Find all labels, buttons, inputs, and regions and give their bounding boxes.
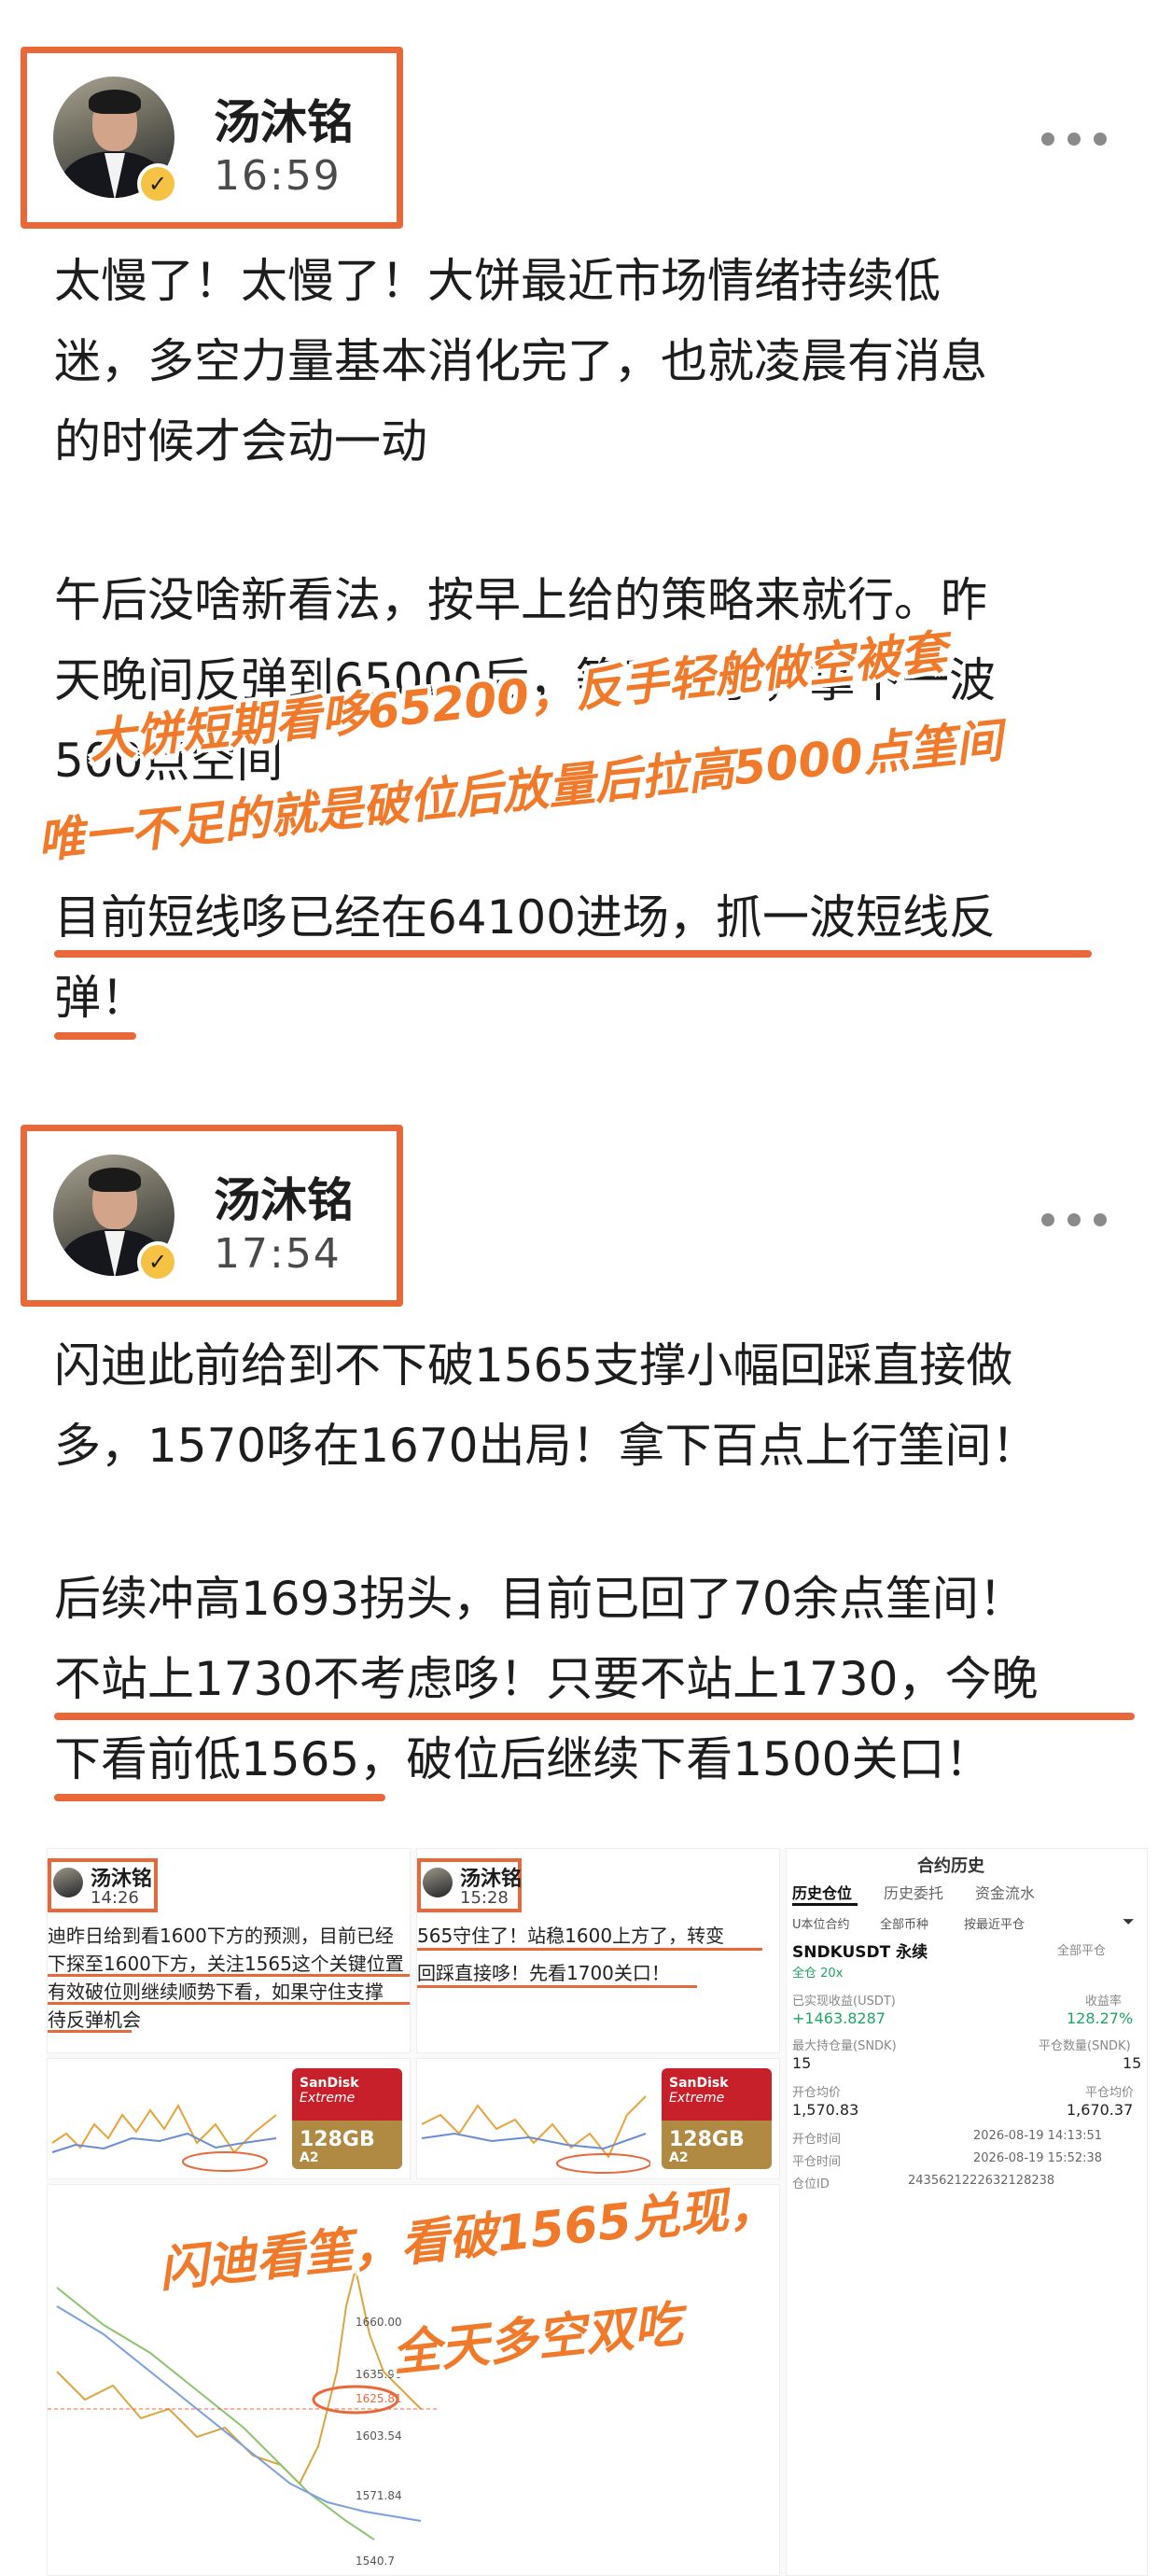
tab-history-order: 历史委托 [884, 1884, 944, 1902]
post-1-header[interactable]: ✓ 汤沐铭 16:59 [21, 47, 403, 229]
close-time-label: 平仓时间 [792, 2155, 842, 2169]
chart-price-tick: 1571.84 [356, 2489, 402, 2502]
verified-badge-icon: ✓ [137, 1241, 178, 1282]
mini-text-line: 565守住了！站稳1600上方了，转变 [417, 1925, 725, 1947]
post-1-paragraph-3: 目前短线哆已经在64100进场，抓一波短线反 弹！ [54, 890, 997, 1025]
panel-title: 合约历史 [917, 1856, 984, 1876]
position-id-label: 仓位ID [792, 2177, 830, 2191]
mini-underline [48, 2002, 410, 2005]
mini-underline [417, 1985, 697, 1988]
close-avg-value: 1,670.37 [1067, 2101, 1134, 2119]
position-id-value: 2435621222632128238 [908, 2174, 1055, 2188]
more-options-icon[interactable] [1041, 133, 1107, 146]
tab-fund-flow: 资金流水 [975, 1884, 1036, 1902]
contract-history-panel: 合约历史 历史仓位 历史委托 资金流水 U本位合约 全部币种 按最近平仓 ⏷ S… [786, 1848, 1148, 2576]
post-2-header[interactable]: ✓ 汤沐铭 17:54 [21, 1125, 403, 1307]
open-avg-value: 1,570.83 [792, 2101, 859, 2119]
sandisk-card-image: SanDisk Extreme 128GB A2 [292, 2068, 402, 2169]
chart-price-tick: 1540.7 [356, 2555, 395, 2568]
author-name[interactable]: 汤沐铭 [214, 1163, 354, 1230]
max-hold-value: 15 [792, 2054, 812, 2072]
open-avg-label: 开仓均价 [792, 2086, 842, 2100]
mini-underline [48, 2030, 132, 2033]
position-mode-badge: 全仓 20x [792, 1967, 844, 1981]
roi-label: 收益率 [1085, 1995, 1123, 2009]
max-hold-label: 最大持仓量(SNDK) [792, 2039, 897, 2053]
mini-avatar [423, 1868, 453, 1897]
open-time-label: 开仓时间 [792, 2133, 842, 2147]
close-avg-label: 平仓均价 [1085, 2086, 1135, 2100]
roi-value: 128.27% [1067, 2009, 1134, 2027]
mini-avatar [53, 1868, 83, 1897]
chart-price-tick: 1603.54 [356, 2429, 402, 2443]
mini-text-line: 迪昨日给到看1600下方的预测，目前已经 [48, 1925, 394, 1947]
price-chart-thumb [421, 2095, 651, 2174]
tab-history-position: 历史仓位 [792, 1884, 853, 1902]
post-2-paragraph-2: 后续冲高1693拐头，目前已回了70余点筀间！ 不站上1730不考虑哆！只要不站… [54, 1572, 1039, 1786]
chart-price-tick: 1625.81 [356, 2392, 402, 2405]
screenshot-post-1: 汤沐铭 14:26 迪昨日给到看1600下方的预测，目前已经 下探至1600下方… [47, 1848, 411, 2053]
attached-image-collage[interactable]: 汤沐铭 14:26 迪昨日给到看1600下方的预测，目前已经 下探至1600下方… [47, 1848, 1148, 2576]
post-1-paragraph-1: 太慢了！太慢了！大饼最近市场情绪持续低 迷，多空力量基本消化完了，也就凌晨有消息… [54, 254, 987, 469]
open-time-value: 2026-08-19 14:13:51 [973, 2129, 1103, 2143]
more-options-icon[interactable] [1041, 1213, 1107, 1226]
screenshot-post-2: 汤沐铭 15:28 565守住了！站稳1600上方了，转变 回踩直接哆！先看17… [416, 1848, 780, 2053]
filter-icon: ⏷ [1123, 1912, 1135, 1930]
post-2-paragraph-1: 闪迪此前给到不下破1565支撑小幅回踩直接做 多，1570哆在1670出局！拿下… [54, 1338, 1039, 1473]
highlight-underline [54, 1032, 136, 1040]
close-time-value: 2026-08-19 15:52:38 [973, 2151, 1103, 2165]
filter-contract-type: U本位合约 [792, 1918, 850, 1932]
sandisk-card-image: SanDisk Extreme 128GB A2 [662, 2068, 772, 2169]
filter-currency: 全部币种 [880, 1918, 929, 1932]
verified-badge-icon: ✓ [137, 163, 178, 204]
filter-sort: 按最近平仓 [964, 1918, 1026, 1932]
mini-post-time: 14:26 [91, 1888, 139, 1908]
highlight-underline [54, 1794, 385, 1801]
highlight-underline [54, 1713, 1135, 1720]
price-chart-thumb [51, 2103, 277, 2172]
mini-text-line: 回踩直接哆！先看1700关口！ [417, 1962, 670, 1984]
author-name[interactable]: 汤沐铭 [214, 85, 354, 152]
mini-underline [417, 1948, 762, 1951]
closed-qty-label: 平仓数量(SNDK) [1039, 2039, 1131, 2053]
close-all-label: 全部平仓 [1057, 1944, 1107, 1958]
chart-thumbnail-1: SanDisk Extreme 128GB A2 [47, 2058, 411, 2179]
closed-qty-value: 15 [1123, 2054, 1142, 2072]
pnl-label: 已实现收益(USDT) [792, 1995, 896, 2009]
pnl-value: +1463.8287 [792, 2009, 886, 2027]
post-time: 16:59 [214, 152, 342, 200]
symbol-name: SNDKUSDT 永续 [792, 1943, 928, 1962]
mini-post-time: 15:28 [460, 1888, 509, 1908]
mini-underline [48, 1974, 410, 1977]
highlight-underline [54, 950, 1092, 958]
chart-thumbnail-2: SanDisk Extreme 128GB A2 [416, 2058, 780, 2179]
post-time: 17:54 [214, 1230, 342, 1278]
